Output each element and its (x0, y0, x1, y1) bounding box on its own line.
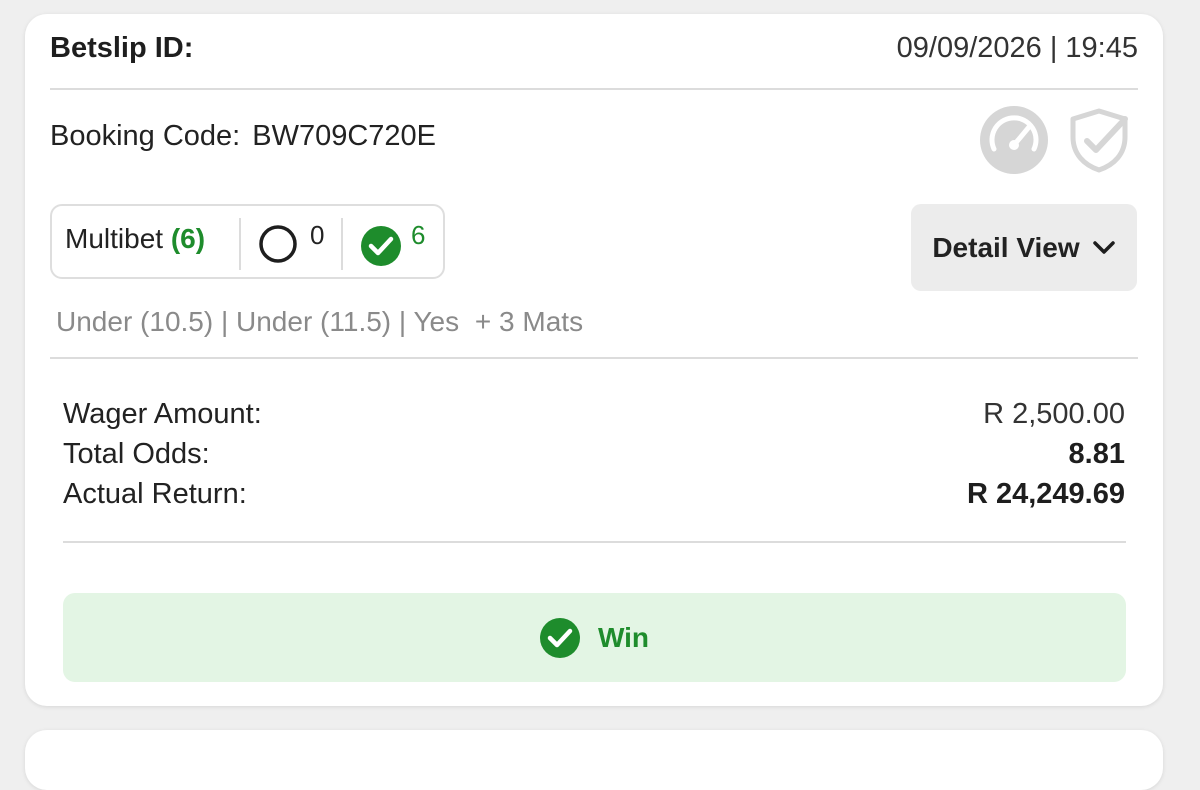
open-circle-icon (259, 225, 297, 263)
open-count: 0 (310, 220, 325, 250)
chevron-down-icon (1092, 240, 1115, 254)
divider (50, 88, 1138, 90)
detail-view-button[interactable]: Detail View (911, 204, 1137, 291)
betslip-datetime: 09/09/2026 | 19:45 (896, 32, 1138, 64)
booking-code-label: Booking Code: (50, 120, 241, 152)
total-odds-label: Total Odds: (63, 438, 210, 470)
total-odds-value: 8.81 (1068, 438, 1125, 470)
more-matches: + 3 Mats (474, 306, 584, 337)
actual-return-label: Actual Return: (63, 478, 247, 510)
divider (239, 218, 241, 270)
betslip-card: Betslip ID: 09/09/2026 | 19:45 Booking C… (25, 14, 1163, 706)
next-betslip-card (25, 730, 1163, 790)
divider (341, 218, 343, 270)
booking-code-row: Booking Code: BW709C720E (50, 120, 436, 153)
selections-summary: Under (10.5) | Under (11.5) | Yes + 3 Ma… (56, 306, 583, 338)
shield-check-icon[interactable] (1067, 107, 1131, 173)
betslip-id-label: Betslip ID: (50, 32, 194, 64)
won-count: 6 (411, 220, 426, 250)
booking-code-value: BW709C720E (252, 120, 437, 152)
multibet-type: Multibet (65, 223, 164, 254)
speedometer-icon[interactable] (979, 105, 1049, 175)
result-label: Win (597, 621, 650, 653)
divider (50, 357, 1138, 359)
multibet-count: (6) (170, 223, 206, 254)
multibet-label: Multibet (6) (65, 223, 205, 255)
actual-return-value: R 24,249.69 (966, 478, 1125, 510)
divider (63, 541, 1126, 543)
detail-view-label: Detail View (932, 231, 1080, 263)
wager-amount-label: Wager Amount: (63, 398, 262, 430)
check-circle-icon (361, 226, 401, 266)
selections-list: Under (10.5) | Under (11.5) | Yes (56, 306, 460, 337)
wager-amount-value: R 2,500.00 (983, 398, 1125, 430)
result-status-bar: Win (63, 593, 1126, 682)
multibet-summary: Multibet (6) 0 6 (50, 204, 445, 279)
check-circle-icon (539, 617, 580, 658)
